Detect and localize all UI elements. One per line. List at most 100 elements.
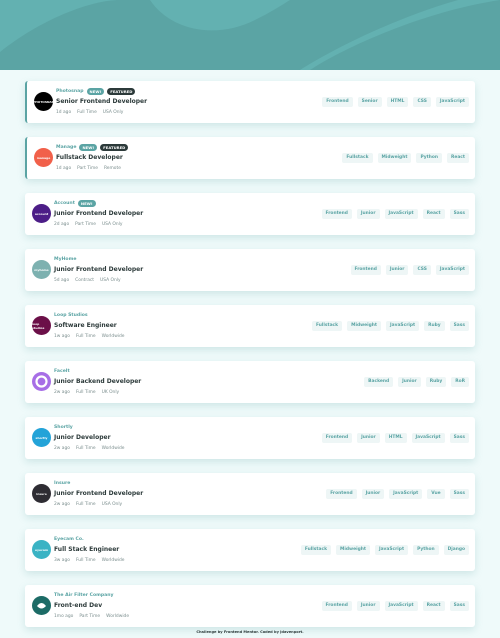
company-row: Shortly xyxy=(54,423,125,431)
job-location: Worldwide xyxy=(101,333,125,339)
company-name[interactable]: Loop Studios xyxy=(54,313,88,318)
job-card[interactable]: FaceIt Junior Backend Developer 2w ago Full… xyxy=(25,361,475,403)
company-logo-text: account xyxy=(34,211,49,216)
filter-tag[interactable]: Junior xyxy=(361,489,385,499)
filter-tag[interactable]: Frontend xyxy=(326,489,357,499)
job-card[interactable]: The Air Filter Company Front-end Dev 1mo a… xyxy=(25,585,475,627)
job-list: PHOTOSNAP Photosnap NEW! FEATURED Senior Fro… xyxy=(25,81,475,638)
job-card[interactable]: manage Manage NEW! FEATURED Fullstack Develo… xyxy=(25,137,475,179)
filter-tag[interactable]: Frontend xyxy=(321,209,352,219)
filter-tag[interactable]: HTML xyxy=(384,433,407,443)
job-title[interactable]: Junior Frontend Developer xyxy=(54,210,143,218)
filter-tag[interactable]: Frontend xyxy=(350,265,381,275)
filter-tag[interactable]: Sass xyxy=(449,209,469,219)
filter-tag[interactable]: Midweight xyxy=(347,321,382,331)
filter-tag[interactable]: React xyxy=(446,153,469,163)
company-name[interactable]: Shortly xyxy=(54,425,73,430)
job-contract: Full Time xyxy=(75,501,96,507)
filter-tag[interactable]: Junior xyxy=(356,601,380,611)
job-posted: 5d ago xyxy=(54,277,70,283)
filter-tag[interactable]: JavaScript xyxy=(389,489,423,499)
filter-tag[interactable]: Sass xyxy=(449,601,469,611)
filter-tag[interactable]: Django xyxy=(443,545,469,555)
header-pattern xyxy=(0,0,500,70)
filter-tag[interactable]: Ruby xyxy=(424,321,445,331)
company-name[interactable]: Photosnap xyxy=(56,89,84,94)
filter-tag[interactable]: JavaScript xyxy=(411,433,445,443)
job-title[interactable]: Software Engineer xyxy=(54,322,125,330)
filter-tag[interactable]: Junior xyxy=(357,433,380,443)
filter-tag[interactable]: Sass xyxy=(449,321,469,331)
job-tags: Frontend Junior JavaScript React Sass xyxy=(321,209,469,219)
filter-tag[interactable]: JavaScript xyxy=(386,321,420,331)
new-badge: NEW! xyxy=(79,143,98,151)
filter-tag[interactable]: CSS xyxy=(413,97,431,107)
filter-tag[interactable]: React xyxy=(422,601,445,611)
filter-tag[interactable]: JavaScript xyxy=(435,265,469,275)
filter-tag[interactable]: JavaScript xyxy=(384,601,418,611)
company-logo-text: myhome xyxy=(34,267,49,272)
filter-tag[interactable]: Senior xyxy=(357,97,382,107)
company-name[interactable]: Account xyxy=(54,201,75,206)
company-name[interactable]: Insure xyxy=(54,481,70,486)
job-card[interactable]: insure Insure Junior Frontend Developer 2w … xyxy=(25,473,475,515)
filter-tag[interactable]: Python xyxy=(413,545,439,555)
job-meta: 1mo ago Part Time Worldwide xyxy=(54,613,129,619)
job-card[interactable]: loop studios Loop Studios Software Enginee… xyxy=(25,305,475,347)
filter-tag[interactable]: Backend xyxy=(364,377,394,387)
filter-tag[interactable]: Vue xyxy=(427,489,445,499)
company-name[interactable]: MyHome xyxy=(54,257,76,262)
filter-tag[interactable]: Junior xyxy=(356,209,380,219)
filter-tag[interactable]: Frontend xyxy=(321,433,353,443)
job-card[interactable]: eyecam Eyecam Co. Full Stack Engineer 3w ag… xyxy=(25,529,475,571)
company-name[interactable]: FaceIt xyxy=(54,369,70,374)
filter-tag[interactable]: JavaScript xyxy=(374,545,409,555)
header-banner xyxy=(0,0,500,70)
company-row: MyHome xyxy=(54,255,143,263)
job-location: Remote xyxy=(103,165,121,171)
filter-tag[interactable]: Sass xyxy=(449,489,469,499)
company-row: Insure xyxy=(54,479,143,487)
filter-tag[interactable]: Frontend xyxy=(321,601,352,611)
filter-tag[interactable]: Junior xyxy=(398,377,421,387)
job-posted: 3w ago xyxy=(54,557,70,563)
filter-tag[interactable]: Fullstack xyxy=(300,545,332,555)
job-card[interactable]: account Account NEW! Junior Frontend Develo… xyxy=(25,193,475,235)
job-title[interactable]: Junior Frontend Developer xyxy=(54,490,143,498)
filter-tag[interactable]: React xyxy=(422,209,445,219)
filter-tag[interactable]: JavaScript xyxy=(435,97,469,107)
company-name[interactable]: The Air Filter Company xyxy=(54,593,114,598)
company-logo: manage xyxy=(34,148,53,167)
job-title[interactable]: Junior Frontend Developer xyxy=(54,266,143,274)
filter-tag[interactable]: Midweight xyxy=(336,545,370,555)
filter-tag[interactable]: Python xyxy=(416,153,442,163)
filter-tag[interactable]: Midweight xyxy=(377,153,412,163)
filter-tag[interactable]: Ruby xyxy=(425,377,447,387)
job-tags: Frontend Junior JavaScript Vue Sass xyxy=(326,489,469,499)
filter-tag[interactable]: Fullstack xyxy=(311,321,343,331)
filter-tag[interactable]: JavaScript xyxy=(384,209,418,219)
filter-tag[interactable]: CSS xyxy=(413,265,431,275)
filter-tag[interactable]: HTML xyxy=(386,97,409,107)
company-row: Eyecam Co. xyxy=(54,535,125,543)
job-card[interactable]: shortly Shortly Junior Developer 2w ago Full… xyxy=(25,417,475,459)
job-title[interactable]: Front-end Dev xyxy=(54,602,129,610)
job-card[interactable]: myhome MyHome Junior Frontend Developer 5d … xyxy=(25,249,475,291)
job-title[interactable]: Fullstack Developer xyxy=(56,154,128,162)
filter-tag[interactable]: Frontend xyxy=(322,97,353,107)
job-title[interactable]: Senior Frontend Developer xyxy=(56,98,147,106)
company-name[interactable]: Manage xyxy=(56,145,76,150)
job-card[interactable]: PHOTOSNAP Photosnap NEW! FEATURED Senior Fro… xyxy=(25,81,475,123)
job-title[interactable]: Junior Developer xyxy=(54,434,125,442)
filter-tag[interactable]: RoR xyxy=(451,377,469,387)
job-title[interactable]: Junior Backend Developer xyxy=(54,378,141,386)
job-location: USA Only xyxy=(102,109,124,115)
job-tags: Fullstack Midweight JavaScript Ruby Sass xyxy=(311,321,469,331)
job-title[interactable]: Full Stack Engineer xyxy=(54,546,125,554)
filter-tag[interactable]: Fullstack xyxy=(342,153,373,163)
job-meta: 2w ago Full Time USA Only xyxy=(54,501,143,507)
filter-tag[interactable]: Sass xyxy=(449,433,469,443)
job-tags: Frontend Junior HTML JavaScript Sass xyxy=(321,433,469,443)
filter-tag[interactable]: Junior xyxy=(385,265,409,275)
company-name[interactable]: Eyecam Co. xyxy=(54,537,84,542)
